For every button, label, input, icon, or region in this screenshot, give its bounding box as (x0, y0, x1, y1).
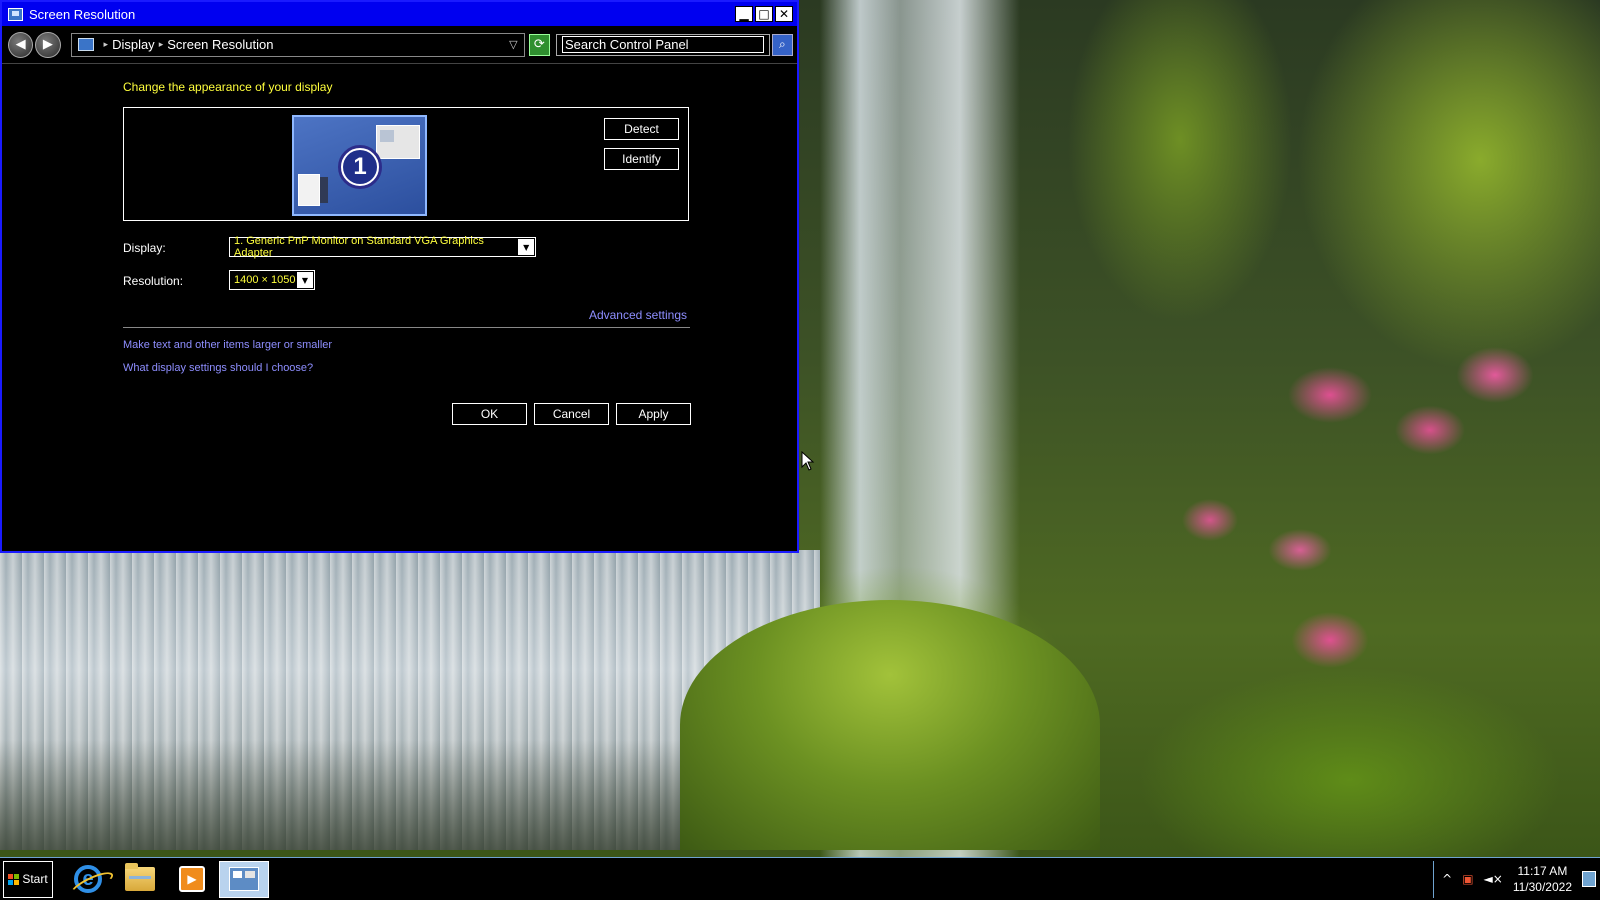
navigation-bar: ◀ ▶ ▸ Display ▸ Screen Resolution ▽ ⟳ Se… (2, 26, 797, 64)
display-select[interactable]: 1. Generic PnP Monitor on Standard VGA G… (229, 235, 536, 259)
ie-glyph: e (82, 867, 94, 890)
search-input[interactable]: Search Control Panel (562, 36, 764, 53)
breadcrumb-display[interactable]: Display (112, 37, 155, 52)
start-button[interactable]: Start (3, 860, 53, 898)
folder-icon (125, 863, 155, 891)
taskbar-control-panel[interactable] (219, 860, 269, 898)
resolution-select-value: 1400 × 1050 (234, 274, 296, 286)
clock-time: 11:17 AM (1517, 864, 1568, 878)
show-desktop-button[interactable] (1582, 871, 1596, 887)
address-dropdown-icon[interactable]: ▽ (509, 38, 517, 51)
chevron-down-icon[interactable]: ▼ (518, 239, 534, 255)
title-bar[interactable]: Screen Resolution ▁ □ ✕ (2, 2, 797, 26)
clock[interactable]: 11:17 AM 11/30/2022 (1513, 863, 1572, 895)
close-button[interactable]: ✕ (775, 6, 793, 22)
refresh-button[interactable]: ⟳ (528, 33, 550, 56)
ok-button[interactable]: OK (452, 403, 527, 425)
display-select-value: 1. Generic PnP Monitor on Standard VGA G… (234, 235, 484, 259)
clock-date: 11/30/2022 (1512, 880, 1572, 894)
cancel-button[interactable]: Cancel (534, 403, 609, 425)
breadcrumb-separator-icon: ▸ (158, 39, 164, 50)
resolution-select[interactable]: 1400 × 1050 ▼ (229, 270, 315, 290)
monitor-1-thumbnail[interactable]: 1 (292, 115, 427, 216)
display-settings-help-link[interactable]: What display settings should I choose? (123, 362, 313, 374)
taskbar: Start e ▶ ^ ▣ ◄× 11:17 AM 11/30/2022 (0, 857, 1600, 900)
breadcrumb-separator-icon: ▸ (103, 39, 109, 50)
address-bar[interactable]: ▸ Display ▸ Screen Resolution ▽ (70, 32, 525, 57)
mouse-cursor-icon (801, 451, 815, 471)
taskbar-media-player[interactable]: ▶ (167, 861, 217, 898)
apply-button[interactable]: Apply (616, 403, 691, 425)
network-icon[interactable]: ▣ (1462, 872, 1473, 886)
windows-logo-icon (8, 873, 20, 885)
identify-button[interactable]: Identify (604, 148, 679, 170)
forward-button[interactable]: ▶ (35, 31, 61, 58)
media-player-icon: ▶ (179, 866, 205, 892)
detect-button[interactable]: Detect (604, 118, 679, 140)
screen-resolution-window: Screen Resolution ▁ □ ✕ ◀ ▶ ▸ Display ▸ … (0, 0, 799, 553)
search-icon[interactable]: ⌕ (771, 33, 794, 56)
monitor-window-graphic (376, 125, 420, 159)
display-icon (77, 38, 94, 51)
monitor-tower-graphic (320, 177, 328, 203)
system-tray: ^ ▣ ◄× 11:17 AM 11/30/2022 (1433, 860, 1600, 898)
main-content: Change the appearance of your display 1 … (2, 64, 797, 552)
taskbar-internet-explorer[interactable]: e (63, 861, 113, 898)
monitor-document-graphic (298, 174, 320, 206)
taskbar-file-explorer[interactable] (115, 861, 165, 898)
maximize-button[interactable]: □ (755, 6, 773, 22)
window-title: Screen Resolution (29, 6, 136, 22)
minimize-button[interactable]: ▁ (735, 6, 753, 22)
page-heading: Change the appearance of your display (123, 80, 333, 94)
internet-explorer-icon: e (74, 865, 102, 893)
control-panel-icon (229, 867, 259, 891)
breadcrumb-screen-resolution[interactable]: Screen Resolution (167, 37, 273, 52)
volume-muted-icon[interactable]: ◄× (1484, 872, 1503, 886)
wallpaper-moss (680, 600, 1100, 850)
advanced-settings-link[interactable]: Advanced settings (589, 308, 687, 322)
monitor-number: 1 (343, 150, 377, 184)
chevron-down-icon[interactable]: ▼ (297, 272, 313, 288)
start-label: Start (22, 872, 48, 886)
divider (123, 327, 690, 328)
control-panel-icon (8, 7, 23, 21)
search-box[interactable]: Search Control Panel (556, 33, 770, 56)
resolution-label: Resolution: (123, 274, 184, 288)
back-button[interactable]: ◀ (8, 31, 34, 58)
show-hidden-icons-chevron-icon[interactable]: ^ (1442, 872, 1452, 886)
text-size-link[interactable]: Make text and other items larger or smal… (123, 339, 332, 351)
monitor-number-badge: 1 (338, 145, 382, 189)
display-label: Display: (123, 241, 166, 255)
